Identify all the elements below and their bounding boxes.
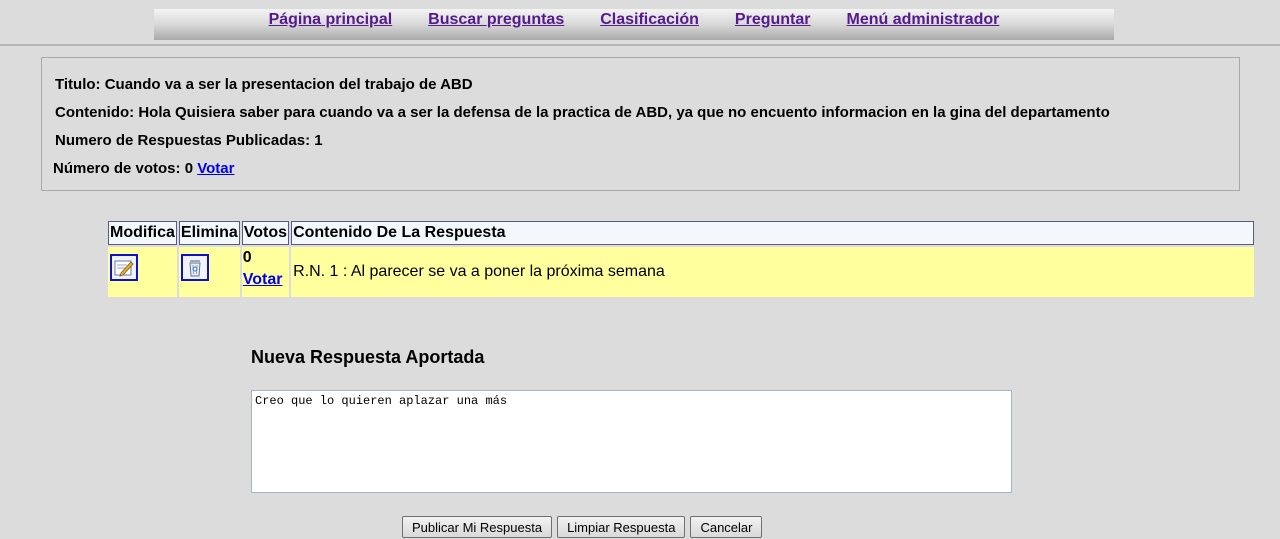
top-nav: Página principal Buscar preguntas Clasif… — [154, 9, 1114, 40]
votes-line: Número de votos: 0 Votar — [53, 160, 234, 177]
nav-home-link[interactable]: Página principal — [269, 11, 393, 29]
delete-cell — [178, 247, 240, 297]
new-response-textarea[interactable]: Creo que lo quieren aplazar una más — [251, 390, 1012, 493]
publish-button[interactable]: Publicar Mi Respuesta — [402, 516, 553, 538]
nav-ranking-link[interactable]: Clasificación — [600, 11, 699, 29]
table-row: 0 Votar R.N. 1 : Al parecer se va a pone… — [108, 247, 1254, 297]
trash-icon[interactable] — [180, 254, 209, 281]
answers-count-line: Numero de Respuestas Publicadas: 1 — [55, 132, 323, 149]
votes-cell: 0 Votar — [241, 247, 290, 297]
answers-count: 1 — [314, 132, 323, 149]
header-votes: Votos — [241, 221, 290, 245]
nav-admin-link[interactable]: Menú administrador — [847, 11, 1000, 29]
question-panel: Titulo: Cuando va a ser la presentacion … — [41, 57, 1240, 191]
header-modify: Modifica — [108, 221, 177, 245]
top-divider — [0, 44, 1280, 46]
response-content: R.N. 1 : Al parecer se va a poner la pró… — [291, 247, 1254, 297]
modify-cell — [108, 247, 177, 297]
question-content-line: Contenido: Hola Quisiera saber para cuan… — [55, 104, 1110, 121]
nav-search-link[interactable]: Buscar preguntas — [428, 11, 564, 29]
responses-table: Modifica Elimina Votos Contenido De La R… — [106, 219, 1256, 299]
action-buttons: Publicar Mi Respuesta Limpiar Respuesta … — [402, 516, 763, 538]
question-content: Hola Quisiera saber para cuando va a ser… — [138, 104, 1110, 121]
question-title: Cuando va a ser la presentacion del trab… — [104, 76, 473, 93]
response-votes-count: 0 — [242, 249, 252, 266]
question-content-label: Contenido: — [55, 104, 135, 121]
clear-button[interactable]: Limpiar Respuesta — [557, 516, 686, 538]
votes-count: 0 — [184, 160, 194, 177]
cancel-button[interactable]: Cancelar — [690, 516, 763, 538]
header-content: Contenido De La Respuesta — [291, 221, 1254, 245]
header-delete: Elimina — [178, 221, 240, 245]
question-title-line: Titulo: Cuando va a ser la presentacion … — [55, 76, 473, 93]
responses-header-row: Modifica Elimina Votos Contenido De La R… — [108, 221, 1254, 245]
question-vote-link[interactable]: Votar — [197, 160, 234, 177]
answers-count-label: Numero de Respuestas Publicadas: — [55, 132, 311, 149]
votes-label: Número de votos: — [53, 160, 181, 177]
edit-icon[interactable] — [110, 254, 138, 281]
response-vote-link[interactable]: Votar — [243, 269, 288, 291]
nav-ask-link[interactable]: Preguntar — [735, 11, 811, 29]
new-response-title: Nueva Respuesta Aportada — [251, 347, 485, 367]
question-title-label: Titulo: — [55, 76, 101, 93]
